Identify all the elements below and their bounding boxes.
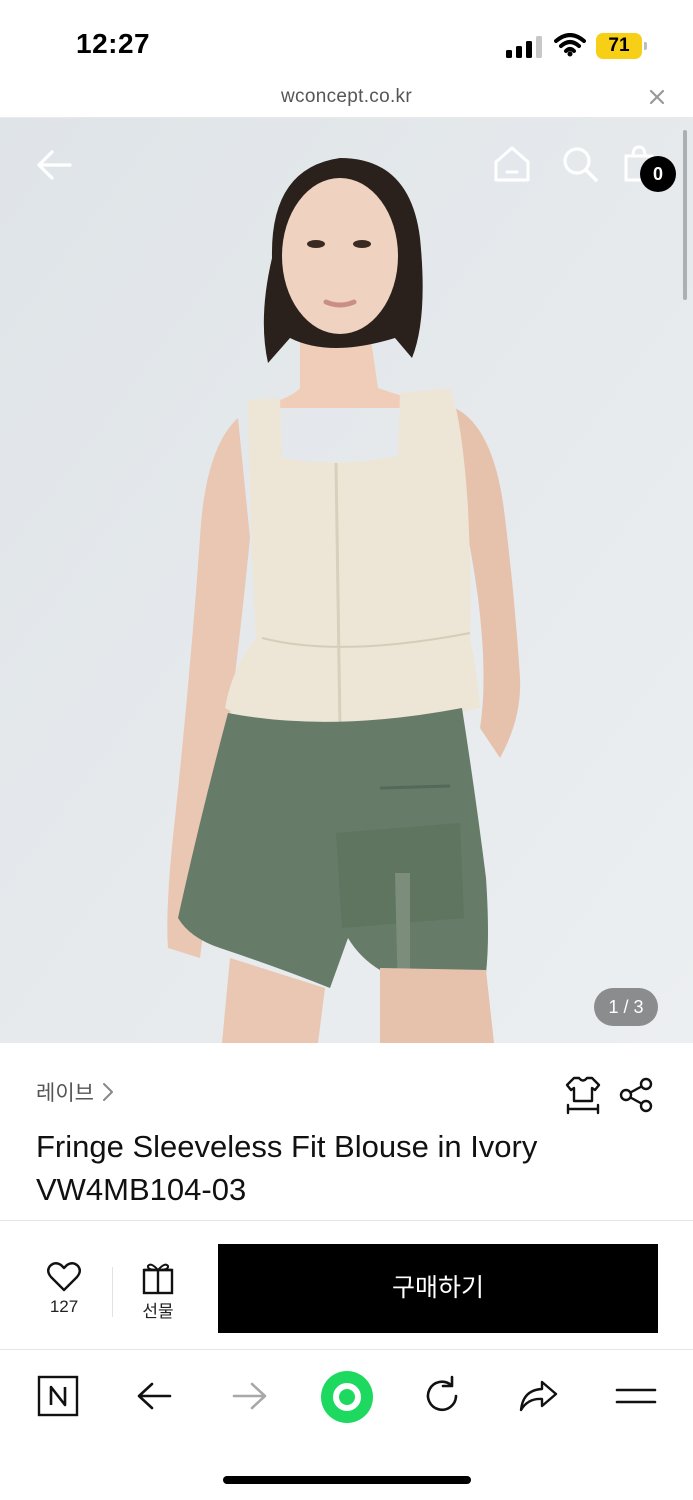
product-info: 레이브 Fringe Sleeveless Fit Blouse in Ivor… <box>0 1043 693 1221</box>
size-guide-shirt-icon[interactable] <box>564 1075 602 1115</box>
back-arrow-icon[interactable] <box>132 1374 176 1418</box>
brand-link[interactable]: 레이브 <box>36 1077 114 1107</box>
forward-arrow-icon[interactable] <box>228 1374 272 1418</box>
address-bar[interactable]: wconcept.co.kr <box>0 82 693 118</box>
gift-button[interactable]: 선물 <box>130 1261 186 1322</box>
gift-icon <box>142 1263 174 1295</box>
home-indicator[interactable] <box>223 1476 471 1484</box>
url-text: wconcept.co.kr <box>281 86 412 107</box>
menu-icon[interactable] <box>614 1374 658 1418</box>
scrollbar[interactable] <box>683 130 687 300</box>
chevron-right-icon <box>102 1083 113 1101</box>
search-icon[interactable] <box>560 144 600 184</box>
product-photo <box>0 118 693 1043</box>
green-dot-icon[interactable] <box>320 1370 374 1424</box>
status-bar: 12:27 71 <box>0 0 693 82</box>
product-image-gallery[interactable]: 0 1 / 3 <box>0 118 693 1043</box>
share-icon[interactable] <box>618 1077 654 1113</box>
gallery-page-indicator: 1 / 3 <box>594 988 658 1026</box>
cellular-signal-icon <box>506 36 542 58</box>
brand-name: 레이브 <box>36 1082 94 1105</box>
share-icon[interactable] <box>516 1374 560 1418</box>
wishlist-count: 127 <box>49 1297 79 1316</box>
back-arrow-icon[interactable] <box>34 145 74 185</box>
purchase-action-bar: 127 선물 구매하기 <box>0 1221 693 1350</box>
naver-n-icon[interactable] <box>36 1374 80 1418</box>
close-icon[interactable] <box>646 86 668 108</box>
wifi-icon <box>554 33 586 57</box>
home-icon[interactable] <box>492 144 532 184</box>
wishlist-button[interactable]: 127 <box>36 1261 92 1317</box>
heart-icon <box>47 1262 81 1292</box>
status-time: 12:27 <box>76 28 151 59</box>
divider <box>112 1267 113 1317</box>
battery-icon: 71 <box>596 33 648 59</box>
buy-button[interactable]: 구매하기 <box>218 1244 658 1333</box>
gift-label: 선물 <box>142 1302 174 1321</box>
browser-toolbar <box>0 1350 693 1500</box>
cart-count-badge: 0 <box>640 156 676 192</box>
battery-level: 71 <box>608 35 630 56</box>
product-title: Fringe Sleeveless Fit Blouse in Ivory VW… <box>36 1129 538 1207</box>
reload-icon[interactable] <box>420 1374 464 1418</box>
